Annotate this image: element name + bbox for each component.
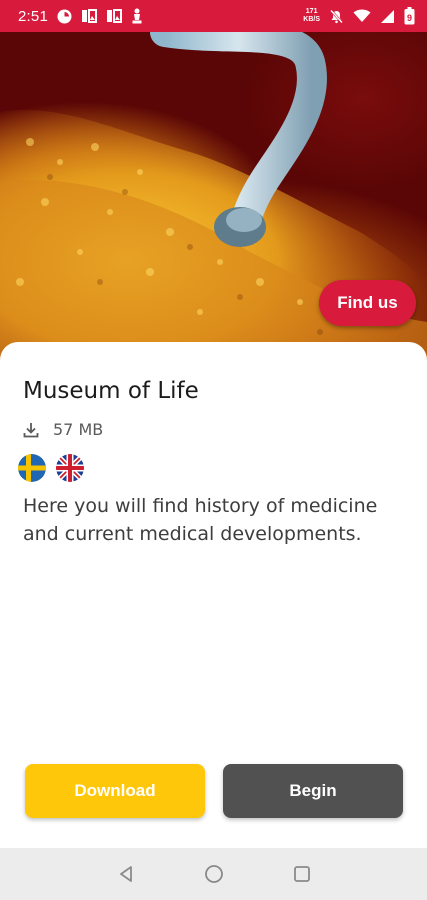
chess-icon (131, 8, 143, 24)
recents-icon[interactable] (289, 861, 315, 887)
uk-flag[interactable] (56, 454, 84, 482)
app-notification-icon (57, 9, 72, 24)
language-flags (18, 454, 84, 482)
system-nav-bar (0, 848, 427, 900)
download-button[interactable]: Download (25, 764, 205, 818)
museum-description: Here you will find history of medicine a… (23, 495, 378, 545)
status-right: 171 KB/S 9 (303, 7, 415, 25)
museum-detail-sheet: Museum of Life 57 MB Here you will find … (0, 342, 427, 848)
gallery-icon (106, 9, 122, 23)
back-icon[interactable] (113, 861, 139, 887)
status-time: 2:51 (18, 7, 48, 25)
status-bar: 2:51 171 KB/S 9 (0, 0, 427, 32)
status-left: 2:51 (18, 8, 143, 25)
battery-icon: 9 (404, 7, 415, 25)
find-us-button[interactable]: Find us (319, 280, 416, 326)
home-icon[interactable] (201, 861, 227, 887)
mute-icon (329, 9, 344, 24)
wifi-icon (353, 9, 371, 23)
download-size: 57 MB (53, 420, 104, 439)
net-speed-value: 171 (305, 8, 318, 15)
museum-title: Museum of Life (23, 378, 199, 404)
download-size-row: 57 MB (23, 420, 103, 439)
signal-icon (380, 9, 395, 24)
net-speed: 171 KB/S (303, 8, 320, 24)
download-icon (23, 422, 39, 438)
battery-level: 9 (407, 13, 412, 23)
sweden-flag[interactable] (18, 454, 46, 482)
net-speed-unit: KB/S (303, 16, 320, 23)
begin-button[interactable]: Begin (223, 764, 403, 818)
gallery-icon (81, 9, 97, 23)
